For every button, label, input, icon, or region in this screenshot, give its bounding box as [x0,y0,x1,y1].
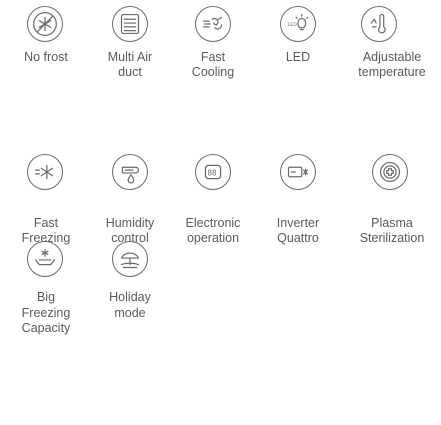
freezer-drawer-icon [27,241,63,277]
feature-label-multi-air-duct: Multi Air duct [107,50,153,79]
fast-cooling-icon [195,6,231,42]
thermometer-icon [361,6,397,42]
fast-freezing-icon [27,154,63,190]
electronic-icon-text: 88 [208,168,218,177]
feature-label-holiday-mode: Holiday mode [109,290,151,320]
holiday-icon [112,241,148,277]
feature-label-no-frost: No frost [24,50,68,64]
electronic-display-icon: 88 [195,154,231,190]
plasma-icon [372,154,408,190]
feature-label-led: LED [285,50,311,64]
led-icon-text: LED [288,22,298,28]
feature-label-adjustable-temperature: Adjustable temperature [358,50,426,79]
humidity-icon [112,154,148,190]
no-frost-icon [27,6,63,42]
inverter-icon [280,154,316,190]
air-duct-icon [112,6,148,42]
feature-label-inverter-quattro: Inverter Quattro [276,216,320,245]
feature-label-plasma-sterilization: Plasma Sterilization [359,216,425,245]
feature-label-fast-cooling: Fast Cooling [191,50,235,79]
feature-label-big-freezing-capacity: Big Freezing Capacity [21,290,71,335]
feature-label-electronic-operation: Electronic operation [185,216,241,245]
led-bulb-icon: LED [280,6,316,42]
